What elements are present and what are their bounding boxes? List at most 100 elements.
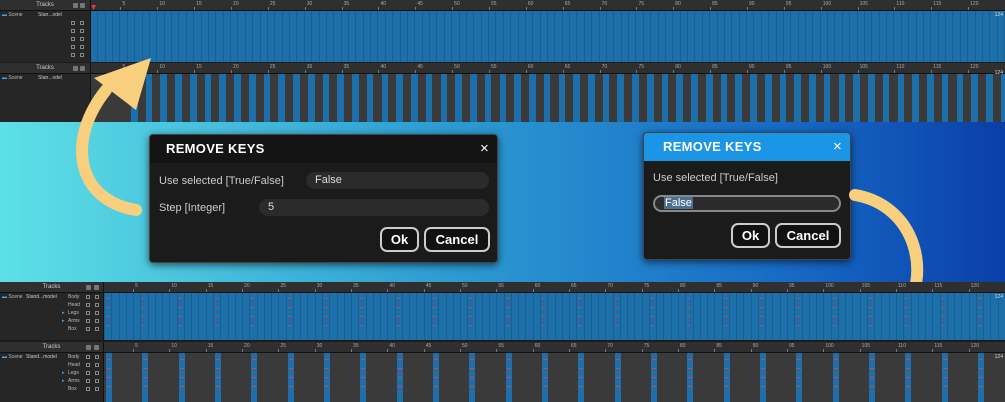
keyframe-bar[interactable]	[731, 11, 733, 62]
keyframe-bar[interactable]	[576, 11, 578, 62]
keyframe-bar[interactable]	[107, 386, 111, 387]
keyframe-bar[interactable]	[942, 359, 947, 360]
keyframe-bar[interactable]	[728, 293, 730, 340]
keyframe-bar[interactable]	[692, 293, 694, 340]
keyframe-bar[interactable]	[927, 74, 934, 122]
keyframe-bar[interactable]	[263, 74, 271, 122]
keyframe-bar[interactable]	[765, 293, 767, 340]
keyframe-bar[interactable]	[760, 359, 765, 360]
keyframe-bar[interactable]	[215, 11, 217, 62]
keyframe-bar[interactable]	[502, 11, 504, 62]
keyframe-bar[interactable]	[237, 11, 239, 62]
keyframe-bar[interactable]	[856, 11, 858, 62]
sub-track-row[interactable]: Box	[0, 325, 103, 333]
keyframe-bar[interactable]	[469, 325, 473, 326]
keyframe-bar[interactable]	[125, 293, 127, 340]
keyframe-bar[interactable]	[433, 377, 438, 378]
keyframe-bar[interactable]	[200, 11, 202, 62]
close-icon[interactable]: ×	[833, 133, 842, 161]
keyframe-bar[interactable]	[506, 386, 511, 387]
keyframe-bar[interactable]	[977, 325, 981, 326]
keyframe-bar[interactable]	[432, 316, 436, 317]
keyframe-bar[interactable]	[827, 11, 829, 62]
lock-icon[interactable]	[94, 285, 99, 290]
keyframe-bar[interactable]	[579, 368, 584, 369]
keyframe-bar[interactable]	[361, 359, 366, 360]
keyframe-bar[interactable]	[648, 293, 650, 340]
keyframe-bar[interactable]	[542, 368, 547, 369]
keyframe-bar[interactable]	[429, 11, 431, 62]
keyframe-bar[interactable]	[436, 11, 438, 62]
keyframe-bar[interactable]	[133, 293, 135, 340]
keyframe-bar[interactable]	[642, 11, 644, 62]
keyframe-bar[interactable]	[324, 377, 329, 378]
keyframe-bar[interactable]	[888, 293, 890, 340]
keyframe-bar[interactable]	[361, 386, 366, 387]
keyframe-bar[interactable]	[691, 74, 698, 122]
keyframe-bar[interactable]	[314, 293, 316, 340]
keyframe-bar[interactable]	[753, 11, 755, 62]
keyframe-bar[interactable]	[794, 74, 801, 122]
step-field[interactable]: 5	[259, 199, 489, 216]
keyframe-bar[interactable]	[554, 293, 556, 340]
keyframe-bar[interactable]	[573, 74, 580, 122]
keyframe-bar[interactable]	[510, 11, 512, 62]
keyframe-bar[interactable]	[796, 325, 800, 326]
keyframe-bar[interactable]	[579, 359, 584, 360]
keyframe-bar[interactable]	[351, 293, 353, 340]
keyframe-bar[interactable]	[941, 325, 945, 326]
keyframe-bar[interactable]	[869, 368, 874, 369]
keyframe-bar[interactable]	[760, 368, 765, 369]
keyframe-bar[interactable]	[676, 74, 684, 122]
keyframe-bar[interactable]	[743, 293, 745, 340]
keyframe-bar[interactable]	[252, 386, 257, 387]
keyframe-bar[interactable]	[583, 293, 585, 340]
keyframe-bar[interactable]	[215, 359, 220, 360]
keyframe-bar[interactable]	[986, 74, 993, 122]
keyframe-bar[interactable]	[251, 298, 255, 299]
keyframe-bar[interactable]	[605, 11, 607, 62]
keyframe-bar[interactable]	[266, 11, 268, 62]
keyframe-bar[interactable]	[941, 74, 949, 122]
keyframe-bar[interactable]	[347, 11, 349, 62]
keyframe-bar[interactable]	[323, 298, 327, 299]
keyframe-bar[interactable]	[663, 293, 665, 340]
keyframe-bar[interactable]	[242, 293, 244, 340]
keyframe-bar[interactable]	[467, 293, 469, 340]
keyframe-bar[interactable]	[360, 307, 364, 308]
keyframe-bar[interactable]	[542, 386, 547, 387]
keyframe-bar[interactable]	[142, 298, 146, 299]
keyframe-bar[interactable]	[775, 11, 777, 62]
keyframe-bar[interactable]	[143, 359, 148, 360]
expand-icon[interactable]: ▬	[2, 75, 7, 81]
lock-icon[interactable]	[80, 3, 85, 8]
keyframe-bar[interactable]	[832, 307, 836, 308]
keyframe-bar[interactable]	[470, 368, 475, 369]
keyframe-bar[interactable]	[736, 293, 738, 340]
keyframe-bar[interactable]	[496, 293, 498, 340]
keyframe-bar[interactable]	[542, 377, 547, 378]
keyframe-bar[interactable]	[469, 298, 473, 299]
keyframe-bar[interactable]	[433, 368, 438, 369]
keyframe-bar[interactable]	[399, 11, 401, 62]
keyframe-bar[interactable]	[628, 11, 630, 62]
keyframe-bar[interactable]	[723, 316, 727, 317]
keyframe-bar[interactable]	[906, 377, 911, 378]
keyframe-bar[interactable]	[484, 74, 492, 122]
keyframe-bar[interactable]	[495, 11, 497, 62]
keyframe-bar[interactable]	[779, 293, 781, 340]
keyframe-bar[interactable]	[796, 316, 800, 317]
keyframe-bar[interactable]	[380, 293, 382, 340]
keyframe-bar[interactable]	[978, 368, 983, 369]
keyframe-bar[interactable]	[274, 11, 276, 62]
keyframe-bar[interactable]	[318, 11, 320, 62]
keyframe-bar[interactable]	[142, 316, 146, 317]
keyframe-bar[interactable]	[896, 293, 897, 340]
keyframe-bar[interactable]	[458, 11, 460, 62]
keyframe-bar[interactable]	[547, 11, 548, 62]
keyframe-bar[interactable]	[614, 298, 618, 299]
keyframe-bar[interactable]	[664, 11, 666, 62]
keyframe-bar[interactable]	[945, 11, 947, 62]
keyframe-bar[interactable]	[906, 368, 911, 369]
keyframe-bar[interactable]	[425, 74, 433, 122]
